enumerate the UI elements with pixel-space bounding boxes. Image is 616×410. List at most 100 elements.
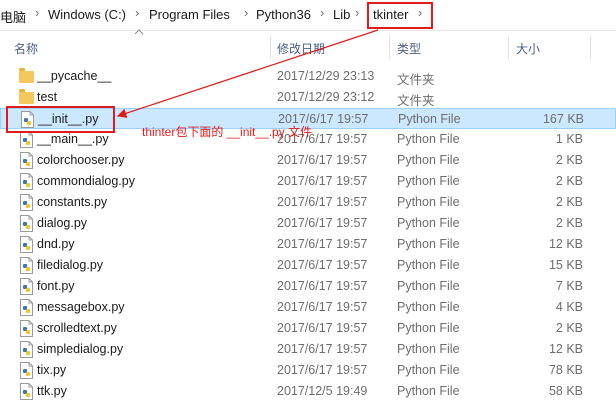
file-size: 2 KB xyxy=(555,216,583,230)
breadcrumb-separator[interactable]: › xyxy=(135,5,139,20)
breadcrumb-item-python36[interactable]: Python36 xyxy=(256,7,311,22)
file-date: 2017/6/17 19:57 xyxy=(277,174,368,188)
file-row[interactable]: scrolledtext.py 2017/6/17 19:57 Python Fil… xyxy=(0,318,616,339)
file-date: 2017/6/17 19:57 xyxy=(277,300,368,314)
file-name: commondialog.py xyxy=(37,174,135,188)
column-header-row: 名称 修改日期 类型 大小 xyxy=(0,32,616,63)
file-type: Python File xyxy=(397,258,460,272)
file-row[interactable]: dialog.py 2017/6/17 19:57 Python File 2 KB xyxy=(0,213,616,234)
file-date: 2017/6/17 19:57 xyxy=(277,279,368,293)
column-header-date[interactable]: 修改日期 xyxy=(277,40,325,57)
file-type: Python File xyxy=(397,195,460,209)
file-name: tix.py xyxy=(37,363,67,377)
file-size: 4 KB xyxy=(555,300,583,314)
file-size: 12 KB xyxy=(548,237,583,251)
breadcrumb-separator[interactable]: › xyxy=(320,5,324,20)
python-file-icon xyxy=(20,194,33,211)
folder-icon xyxy=(19,89,34,104)
column-divider[interactable] xyxy=(270,35,271,59)
file-type: Python File xyxy=(397,300,460,314)
file-date: 2017/12/29 23:13 xyxy=(277,69,375,83)
file-type: Python File xyxy=(397,363,460,377)
file-row[interactable]: dnd.py 2017/6/17 19:57 Python File 12 KB xyxy=(0,234,616,255)
file-size: 2 KB xyxy=(555,321,583,335)
file-name: font.py xyxy=(37,279,75,293)
breadcrumb-separator[interactable]: › xyxy=(35,5,39,20)
address-bar[interactable]: 电脑 › Windows (C:) › Program Files › Pyth… xyxy=(0,0,616,31)
file-type: Python File xyxy=(397,153,460,167)
file-date: 2017/12/5 19:49 xyxy=(277,384,368,398)
file-row[interactable]: font.py 2017/6/17 19:57 Python File 7 KB xyxy=(0,276,616,297)
file-type: Python File xyxy=(397,132,460,146)
file-type: Python File xyxy=(397,237,460,251)
python-file-icon xyxy=(20,131,33,148)
python-file-icon xyxy=(20,362,33,379)
file-row[interactable]: test 2017/12/29 23:12 文件夹 xyxy=(0,87,616,108)
file-name: test xyxy=(37,90,58,104)
breadcrumb-item-program-files[interactable]: Program Files xyxy=(149,7,230,22)
file-date: 2017/6/17 19:57 xyxy=(277,216,368,230)
file-type: Python File xyxy=(398,112,461,126)
breadcrumb-item-drive[interactable]: Windows (C:) xyxy=(48,7,126,22)
breadcrumb-separator[interactable]: › xyxy=(244,5,248,20)
file-size: 2 KB xyxy=(555,195,583,209)
file-size: 2 KB xyxy=(555,174,583,188)
column-header-name[interactable]: 名称 xyxy=(14,40,38,57)
column-divider[interactable] xyxy=(590,35,591,59)
file-type: Python File xyxy=(397,342,460,356)
breadcrumb-item-lib[interactable]: Lib xyxy=(333,7,350,22)
python-file-icon xyxy=(20,173,33,190)
python-file-icon xyxy=(20,278,33,295)
python-file-icon xyxy=(20,257,33,274)
file-row[interactable]: __pycache__ 2017/12/29 23:13 文件夹 xyxy=(0,66,616,87)
column-divider[interactable] xyxy=(508,35,509,59)
annotation-text: thinter包下面的 __init__.py 文件 xyxy=(142,125,313,139)
file-size: 78 KB xyxy=(548,363,583,377)
python-file-icon xyxy=(20,383,33,400)
file-row[interactable]: ttk.py 2017/12/5 19:49 Python File 58 KB xyxy=(0,381,616,402)
file-date: 2017/6/17 19:57 xyxy=(277,195,368,209)
file-size: 2 KB xyxy=(555,153,583,167)
file-name: filedialog.py xyxy=(37,258,104,272)
file-row[interactable]: commondialog.py 2017/6/17 19:57 Python Fil… xyxy=(0,171,616,192)
file-date: 2017/6/17 19:57 xyxy=(277,363,368,377)
file-row[interactable]: messagebox.py 2017/6/17 19:57 Python File 4… xyxy=(0,297,616,318)
file-type: Python File xyxy=(397,174,460,188)
column-divider[interactable] xyxy=(389,35,390,59)
file-row[interactable]: tix.py 2017/6/17 19:57 Python File 78 KB xyxy=(0,360,616,381)
folder-icon xyxy=(19,68,34,83)
file-name: colorchooser.py xyxy=(37,153,125,167)
python-file-icon xyxy=(20,215,33,232)
file-type: 文件夹 xyxy=(397,73,435,87)
file-name: dialog.py xyxy=(37,216,88,230)
file-row[interactable]: constants.py 2017/6/17 19:57 Python File 2 … xyxy=(0,192,616,213)
breadcrumb-separator[interactable]: › xyxy=(355,5,359,20)
breadcrumb-item-pc[interactable]: 电脑 xyxy=(0,7,26,26)
file-name: messagebox.py xyxy=(37,300,125,314)
file-name: __main__.py xyxy=(37,132,109,146)
column-header-type[interactable]: 类型 xyxy=(397,40,421,57)
file-type: Python File xyxy=(397,279,460,293)
file-size: 15 KB xyxy=(548,258,583,272)
file-name: dnd.py xyxy=(37,237,75,251)
file-date: 2017/6/17 19:57 xyxy=(277,237,368,251)
python-file-icon xyxy=(20,236,33,253)
python-file-icon xyxy=(20,299,33,316)
file-type: Python File xyxy=(397,321,460,335)
file-type: 文件夹 xyxy=(397,94,435,108)
file-row[interactable]: colorchooser.py 2017/6/17 19:57 Python Fil… xyxy=(0,150,616,171)
file-name: ttk.py xyxy=(37,384,67,398)
tkinter-highlight-box xyxy=(367,2,433,29)
python-file-icon xyxy=(20,341,33,358)
file-row[interactable]: filedialog.py 2017/6/17 19:57 Python File 1… xyxy=(0,255,616,276)
file-date: 2017/6/17 19:57 xyxy=(277,321,368,335)
column-header-size[interactable]: 大小 xyxy=(516,40,540,57)
file-date: 2017/6/17 19:57 xyxy=(277,258,368,272)
file-name: simpledialog.py xyxy=(37,342,124,356)
file-size: 58 KB xyxy=(548,384,583,398)
init-file-highlight-box xyxy=(6,106,115,133)
file-row[interactable]: simpledialog.py 2017/6/17 19:57 Python Fil… xyxy=(0,339,616,360)
python-file-icon xyxy=(20,152,33,169)
file-type: Python File xyxy=(397,384,460,398)
file-size: 7 KB xyxy=(555,279,583,293)
